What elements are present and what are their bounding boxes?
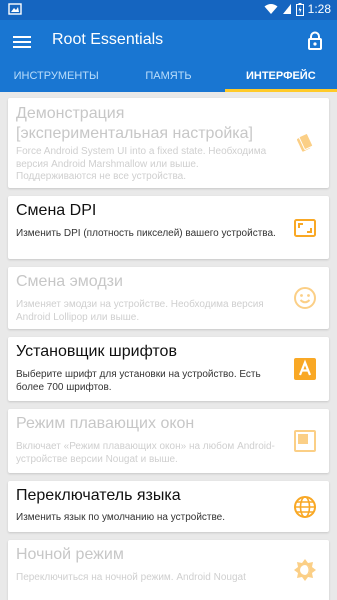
card-description: Переключиться на ночной режим. Android N… xyxy=(16,572,246,583)
card-title: Ночной режим xyxy=(16,546,124,563)
globe-icon xyxy=(293,495,317,519)
app-title: Root Essentials xyxy=(52,31,164,48)
card-dpi-changer[interactable]: Смена DPI Изменить DPI (плотность пиксел… xyxy=(8,196,329,259)
card-description: Изменить язык по умолчанию на устройстве… xyxy=(16,512,226,523)
signal-icon xyxy=(282,4,291,14)
lock-button[interactable] xyxy=(303,29,327,53)
font-icon xyxy=(293,357,317,381)
floating-window-icon xyxy=(293,429,317,453)
hamburger-menu-icon xyxy=(13,36,31,48)
tab-memory[interactable]: ПАМЯТЬ xyxy=(112,64,224,92)
tab-tools[interactable]: ИНСТРУМЕНТЫ xyxy=(0,64,112,92)
card-language-switcher[interactable]: Переключатель языка Изменить язык по умо… xyxy=(8,481,329,532)
card-title: Смена DPI xyxy=(16,202,97,219)
card-description: Выберите шрифт для установки на устройст… xyxy=(16,369,261,393)
cards-icon xyxy=(293,131,317,155)
lock-icon xyxy=(308,31,322,50)
card-floating-windows[interactable]: Режим плавающих окон Включает «Режим пла… xyxy=(8,409,329,473)
wifi-icon xyxy=(264,4,278,14)
card-font-installer[interactable]: Установщик шрифтов Выберите шрифт для ус… xyxy=(8,337,329,401)
card-title: Переключатель языка xyxy=(16,487,181,504)
card-night-mode[interactable]: Ночной режим Переключиться на ночной реж… xyxy=(8,540,329,600)
card-description: Force Android System UI into a fixed sta… xyxy=(16,146,267,182)
battery-icon xyxy=(295,2,304,16)
card-title: Смена эмодзи xyxy=(16,273,123,290)
card-title: Демонстрация [экспериментальная настройк… xyxy=(16,105,253,142)
status-time: 1:28 xyxy=(307,2,331,16)
card-description: Включает «Режим плавающих окон» на любом… xyxy=(16,441,275,465)
card-description: Изменяет эмодзи на устройстве. Необходим… xyxy=(16,299,264,323)
card-title: Режим плавающих окон xyxy=(16,415,195,432)
aspect-ratio-icon xyxy=(293,216,317,240)
status-bar: 1:28 xyxy=(0,0,337,20)
app-bar: Root Essentials xyxy=(0,20,337,64)
brightness-icon xyxy=(293,558,317,582)
card-emoji-changer[interactable]: Смена эмодзи Изменяет эмодзи на устройст… xyxy=(8,267,329,329)
card-description: Изменить DPI (плотность пикселей) вашего… xyxy=(16,228,276,239)
notification-icons xyxy=(8,3,22,18)
smiley-icon xyxy=(293,286,317,310)
tab-bar: ИНСТРУМЕНТЫ ПАМЯТЬ ИНТЕРФЕЙС xyxy=(0,64,337,92)
tab-interface[interactable]: ИНТЕРФЕЙС xyxy=(224,64,337,92)
image-notification-icon xyxy=(8,3,22,15)
card-title: Установщик шрифтов xyxy=(16,343,177,360)
menu-button[interactable] xyxy=(10,30,34,54)
card-demo-mode[interactable]: Демонстрация [экспериментальная настройк… xyxy=(8,98,329,188)
